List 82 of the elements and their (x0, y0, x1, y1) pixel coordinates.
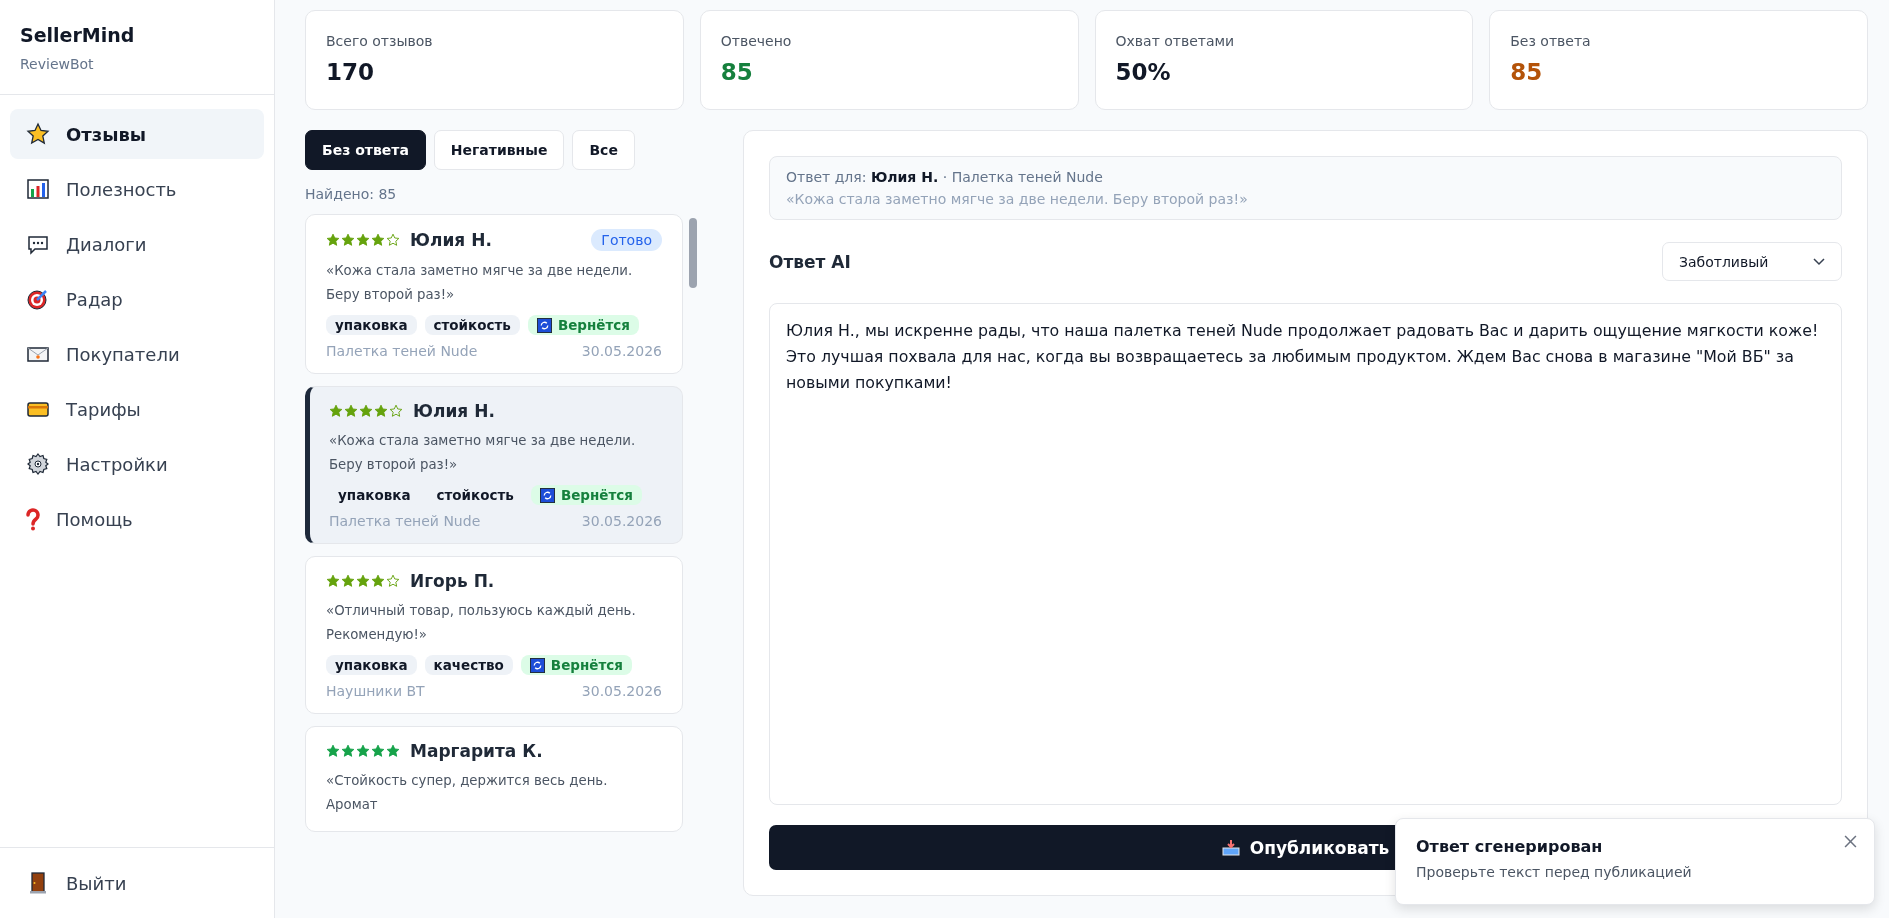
filled-star-icon (341, 744, 355, 758)
filled-star-icon (374, 404, 388, 418)
nav-item[interactable]: Отзывы (10, 109, 264, 159)
review-text: «Стойкость супер, держится весь день. Аромат (326, 772, 609, 814)
filled-star-icon (326, 233, 340, 247)
stat-value: 170 (326, 59, 375, 85)
author-name: Юлия Н. (410, 230, 492, 250)
filled-star-icon (371, 233, 385, 247)
brand-title: SellerMind (20, 24, 136, 46)
nav-item[interactable]: Полезность (10, 164, 264, 214)
author-name: Игорь П. (410, 571, 495, 591)
product-name: Наушники BT (326, 683, 425, 699)
returning-tag: Вернётся (530, 485, 642, 505)
filter-tab[interactable]: Негативные (433, 130, 565, 170)
filled-star-icon (386, 744, 400, 758)
reply-textarea[interactable]: Юлия Н., мы искренне рады, что наша палетка теней Nude продолжает радовать Вас и дарить ощущение мягкости коже! Это лучшая похвала для нас, когда вы возвращаетесь за любимым продуктом. Ждем Вас снова в магазине "Мой ВБ" за новыми покупками! (769, 303, 1842, 805)
stat-value: 50% (1115, 59, 1172, 85)
review-text: «Кожа стала заметно мягче за две недели. Беру второй раз!» (326, 262, 634, 304)
topic-tag: стойкость (424, 315, 520, 335)
review-card[interactable]: Юлия Н. «Кожа стала заметно мягче за две недели. Беру второй раз!» упаковка стойкость Вернётся Палетка теней Nude 30.05.2026 (305, 386, 683, 544)
toast-title: Ответ сгенерирован (1416, 837, 1603, 856)
topic-tag: упаковка (326, 655, 417, 675)
reply-context: Ответ для: Юлия Н. · Палетка теней Nude (786, 169, 1104, 185)
nav-item[interactable]: Тарифы (10, 384, 264, 434)
stat-label: Всего отзывов (326, 33, 434, 49)
chevron-down-icon (1813, 257, 1825, 266)
target-icon (26, 287, 50, 311)
refresh-icon (536, 317, 552, 333)
nav-item[interactable]: Покупатели (10, 329, 264, 379)
filled-star-icon (326, 744, 340, 758)
stat-value: 85 (1510, 59, 1544, 85)
stat-label: Отвечено (720, 33, 793, 49)
filled-star-icon (356, 574, 370, 588)
filter-tab[interactable]: Все (572, 130, 635, 170)
filled-star-icon (359, 404, 373, 418)
review-date: 30.05.2026 (581, 343, 662, 359)
filled-star-icon (341, 233, 355, 247)
filled-star-icon (329, 404, 343, 418)
topic-tag: качество (424, 655, 513, 675)
refresh-icon (539, 487, 555, 503)
review-card[interactable]: Игорь П. «Отличный товар, пользуюсь каждый день. Рекомендую!» упаковка качество Вернётся Наушники BT 30.05.2026 (305, 556, 683, 714)
nav-item[interactable]: Радар (10, 274, 264, 324)
filled-star-icon (341, 574, 355, 588)
quoted-review: «Кожа стала заметно мягче за две недели. Беру второй раз!» (786, 191, 1249, 207)
review-card[interactable]: Юлия Н. Готово «Кожа стала заметно мягче за две недели. Беру второй раз!» упаковка стойкость Вернётся Палетка теней Nude 30.05.2026 (305, 214, 683, 374)
nav-item[interactable]: Настройки (10, 439, 264, 489)
filled-star-icon (344, 404, 358, 418)
product-name: Палетка теней Nude (329, 513, 481, 529)
stat-label: Без ответа (1510, 33, 1592, 49)
review-text: «Кожа стала заметно мягче за две недели. Беру второй раз!» (329, 432, 637, 474)
filter-tab[interactable]: Без ответа (305, 130, 426, 170)
review-date: 30.05.2026 (581, 683, 662, 699)
filled-star-icon (356, 233, 370, 247)
refresh-icon (529, 657, 545, 673)
bar-chart-icon (26, 177, 50, 201)
logout-link[interactable]: Выйти (10, 858, 264, 908)
nav-item[interactable]: Помощь (10, 494, 264, 544)
filled-star-icon (326, 574, 340, 588)
star-icon (26, 122, 50, 146)
author-name: Юлия Н. (413, 401, 495, 421)
tone-dropdown[interactable]: Заботливый (1662, 242, 1842, 281)
filled-star-icon (356, 744, 370, 758)
stat-label: Охват ответами (1115, 33, 1236, 49)
brand-subtitle: ReviewBot (20, 56, 95, 72)
review-date: 30.05.2026 (581, 513, 662, 529)
stat-value: 85 (720, 59, 754, 85)
topic-tag: упаковка (326, 315, 417, 335)
product-name: Палетка теней Nude (326, 343, 478, 359)
section-heading: Ответ AI (769, 251, 851, 272)
question-mark-icon (26, 507, 40, 531)
status-badge: Готово (591, 229, 662, 251)
review-text: «Отличный товар, пользуюсь каждый день. Рекомендую!» (326, 602, 637, 644)
filled-star-icon (371, 574, 385, 588)
author-name: Маргарита К. (410, 741, 543, 761)
returning-tag: Вернётся (520, 655, 632, 675)
gear-icon (26, 452, 50, 476)
inbox-tray-icon (1221, 838, 1240, 857)
filled-star-icon (371, 744, 385, 758)
nav-item[interactable]: Диалоги (10, 219, 264, 269)
returning-tag: Вернётся (527, 315, 639, 335)
results-count: Найдено: 85 (305, 186, 398, 202)
review-card[interactable]: Маргарита К. «Стойкость супер, держится весь день. Аромат (305, 726, 683, 832)
